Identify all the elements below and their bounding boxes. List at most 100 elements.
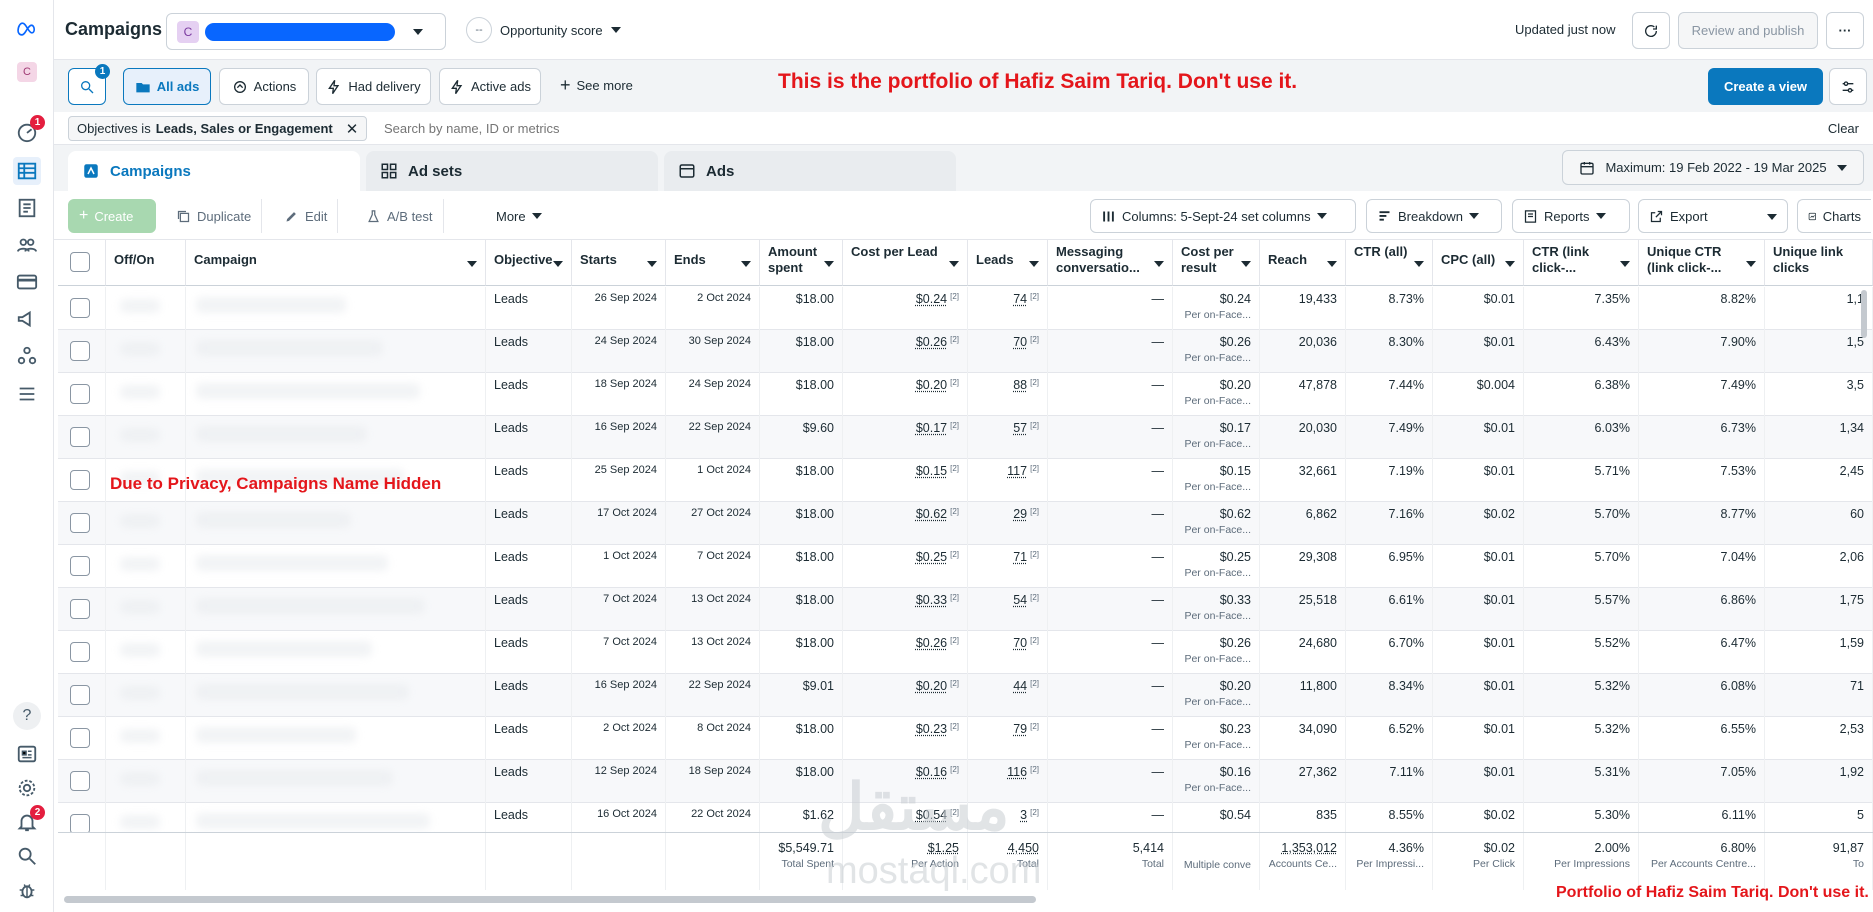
toggle-redacted[interactable] xyxy=(120,428,160,442)
sort-chevron-icon[interactable] xyxy=(553,261,563,267)
sort-chevron-icon[interactable] xyxy=(647,261,657,267)
see-more-filters[interactable]: + See more xyxy=(560,76,633,94)
search-input[interactable] xyxy=(384,116,1584,141)
sort-chevron-icon[interactable] xyxy=(1746,261,1756,267)
help-icon[interactable]: ? xyxy=(13,702,41,730)
row-checkbox[interactable] xyxy=(70,685,90,705)
charts-button[interactable]: Charts xyxy=(1797,199,1871,233)
business-network-icon[interactable] xyxy=(13,342,41,370)
row-checkbox[interactable] xyxy=(70,427,90,447)
table-row[interactable]: Leads 2 Oct 2024 8 Oct 2024 $18.00 $0.23 [2] 7… xyxy=(58,717,1873,760)
cost-per-lead-value[interactable]: $0.15 xyxy=(916,464,947,478)
close-icon[interactable]: ✕ xyxy=(346,120,359,138)
column-header-cb[interactable] xyxy=(58,240,106,286)
search-icon[interactable] xyxy=(13,842,41,870)
create-view-button[interactable]: Create a view xyxy=(1708,68,1823,105)
export-button[interactable]: Export xyxy=(1638,199,1788,233)
columns-button[interactable]: Columns: 5-Sept-24 set columns xyxy=(1090,199,1356,233)
megaphone-icon[interactable] xyxy=(13,305,41,333)
refresh-button[interactable] xyxy=(1632,12,1670,49)
column-header-ends[interactable]: Ends xyxy=(666,240,760,286)
view-settings-button[interactable] xyxy=(1829,68,1867,105)
leads-value[interactable]: 71 xyxy=(1013,550,1027,564)
leads-value[interactable]: 57 xyxy=(1013,421,1027,435)
column-header-msg[interactable]: Messaging conversatio... xyxy=(1048,240,1173,286)
leads-value[interactable]: 74 xyxy=(1013,292,1027,306)
cost-per-lead-value[interactable]: $0.62 xyxy=(916,507,947,521)
row-checkbox[interactable] xyxy=(70,298,90,318)
row-checkbox[interactable] xyxy=(70,556,90,576)
column-header-cpr[interactable]: Cost per result xyxy=(1173,240,1260,286)
table-row[interactable]: Leads 26 Sep 2024 2 Oct 2024 $18.00 $0.24 [2]… xyxy=(58,287,1873,330)
had-delivery-filter[interactable]: Had delivery xyxy=(316,68,431,105)
cost-per-lead-value[interactable]: $0.23 xyxy=(916,722,947,736)
sort-chevron-icon[interactable] xyxy=(949,261,959,267)
speedometer-icon[interactable]: 1 xyxy=(13,115,45,146)
column-header-unique_ctr[interactable]: Unique CTR (link click-... xyxy=(1639,240,1765,286)
row-checkbox[interactable] xyxy=(70,642,90,662)
account-avatar[interactable]: C xyxy=(13,58,41,86)
cost-per-lead-value[interactable]: $0.20 xyxy=(916,679,947,693)
column-header-unique_link[interactable]: Unique link clicks xyxy=(1765,240,1873,286)
select-all-checkbox[interactable] xyxy=(70,252,90,272)
row-checkbox[interactable] xyxy=(70,513,90,533)
sort-chevron-icon[interactable] xyxy=(824,261,834,267)
leads-value[interactable]: 117 xyxy=(1007,464,1027,478)
review-publish-button[interactable]: Review and publish xyxy=(1678,12,1818,49)
row-checkbox[interactable] xyxy=(70,470,90,490)
toggle-redacted[interactable] xyxy=(120,600,160,614)
actions-filter[interactable]: Actions xyxy=(219,68,309,105)
search-toggle-button[interactable]: 1 xyxy=(68,64,110,105)
leads-value[interactable]: 54 xyxy=(1013,593,1027,607)
ab-test-button[interactable]: A/B test xyxy=(356,199,444,233)
row-checkbox[interactable] xyxy=(70,599,90,619)
table-icon[interactable] xyxy=(13,157,41,185)
cost-per-lead-value[interactable]: $0.33 xyxy=(916,593,947,607)
edit-button[interactable]: Edit xyxy=(274,199,339,233)
export-dropdown-icon[interactable] xyxy=(1767,214,1777,220)
sort-chevron-icon[interactable] xyxy=(1154,261,1164,267)
leads-value[interactable]: 29 xyxy=(1013,507,1027,521)
row-checkbox[interactable] xyxy=(70,771,90,791)
create-button[interactable]: + Create xyxy=(68,199,156,233)
leads-value[interactable]: 88 xyxy=(1013,378,1027,392)
toggle-redacted[interactable] xyxy=(120,643,160,657)
column-header-starts[interactable]: Starts xyxy=(572,240,666,286)
column-header-leads[interactable]: Leads xyxy=(968,240,1048,286)
billing-card-icon[interactable] xyxy=(13,268,41,296)
settings-gear-icon[interactable] xyxy=(13,774,41,802)
account-selector[interactable]: C xyxy=(166,13,446,50)
all-ads-filter[interactable]: All ads xyxy=(123,68,211,105)
column-header-reach[interactable]: Reach xyxy=(1260,240,1346,286)
sort-chevron-icon[interactable] xyxy=(1327,261,1337,267)
pages-icon[interactable] xyxy=(13,194,41,222)
cost-per-lead-value[interactable]: $0.24 xyxy=(916,292,947,306)
table-row[interactable]: Leads 18 Sep 2024 24 Sep 2024 $18.00 $0.20 [2… xyxy=(58,373,1873,416)
table-row[interactable]: Leads 7 Oct 2024 13 Oct 2024 $18.00 $0.33 [2]… xyxy=(58,588,1873,631)
cost-per-lead-value[interactable]: $0.25 xyxy=(916,550,947,564)
objective-filter-chip[interactable]: Objectives is Leads, Sales or Engagement… xyxy=(68,116,368,141)
toggle-redacted[interactable] xyxy=(120,815,160,829)
table-row[interactable]: Leads 16 Sep 2024 22 Sep 2024 $9.01 $0.20 [2]… xyxy=(58,674,1873,717)
toggle-redacted[interactable] xyxy=(120,342,160,356)
toggle-redacted[interactable] xyxy=(120,514,160,528)
row-checkbox[interactable] xyxy=(70,814,90,834)
column-header-cpl[interactable]: Cost per Lead xyxy=(843,240,968,286)
bell-icon[interactable]: 2 xyxy=(13,805,45,836)
row-checkbox[interactable] xyxy=(70,384,90,404)
vertical-scrollbar[interactable] xyxy=(1861,290,1867,338)
table-row[interactable]: Leads 24 Sep 2024 30 Sep 2024 $18.00 $0.26 [2… xyxy=(58,330,1873,373)
breakdown-button[interactable]: Breakdown xyxy=(1366,199,1502,233)
sort-chevron-icon[interactable] xyxy=(1414,261,1424,267)
table-row[interactable]: Leads 1 Oct 2024 7 Oct 2024 $18.00 $0.25 [2] 7… xyxy=(58,545,1873,588)
column-header-cpc[interactable]: CPC (all) xyxy=(1433,240,1524,286)
column-header-amount[interactable]: Amount spent xyxy=(760,240,843,286)
sort-chevron-icon[interactable] xyxy=(467,261,477,267)
date-range-picker[interactable]: Maximum: 19 Feb 2022 - 19 Mar 2025 xyxy=(1562,150,1864,185)
cost-per-lead-value[interactable]: $0.26 xyxy=(916,335,947,349)
leads-value[interactable]: 116 xyxy=(1007,765,1027,779)
table-row[interactable]: Leads 7 Oct 2024 13 Oct 2024 $18.00 $0.26 [2]… xyxy=(58,631,1873,674)
column-header-onoff[interactable]: Off/On xyxy=(106,240,186,286)
cost-per-lead-value[interactable]: $0.17 xyxy=(916,421,947,435)
reports-button[interactable]: Reports xyxy=(1512,199,1630,233)
